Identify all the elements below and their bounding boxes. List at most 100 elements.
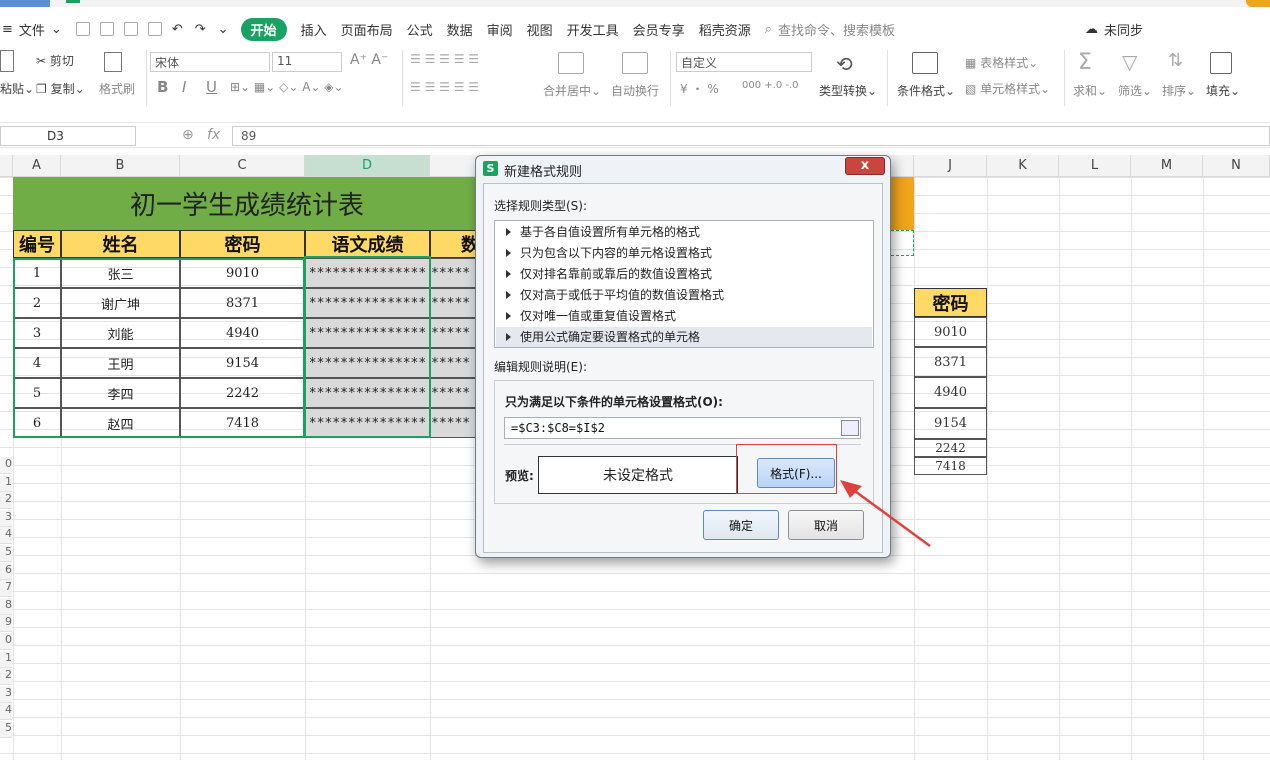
row-number[interactable]: 4 (0, 527, 12, 545)
range-picker-icon[interactable] (841, 420, 859, 436)
j-value-cell[interactable]: 9010 (914, 317, 987, 347)
col-header-j[interactable]: J (914, 155, 987, 177)
fill-icon[interactable] (1210, 52, 1232, 74)
file-menu[interactable]: 文件 (19, 20, 45, 39)
ok-button[interactable]: 确定 (703, 510, 779, 540)
row-number[interactable]: 5 (0, 721, 12, 738)
tab-insert[interactable]: 插入 (301, 20, 327, 39)
col-header-k[interactable]: K (987, 155, 1059, 177)
align-top-icons[interactable]: ☰ ☰ ☰ ☰ ☰ (410, 52, 479, 66)
font-size-select[interactable]: 11 (272, 52, 342, 72)
row-number[interactable]: 3 (0, 509, 12, 527)
rule-item-all-values[interactable]: 基于各自值设置所有单元格的格式 (496, 222, 872, 242)
tab-view[interactable]: 视图 (527, 20, 553, 39)
wrap-button[interactable]: 自动换行 (611, 82, 659, 99)
col-header-d[interactable]: D (305, 155, 430, 177)
formula-input[interactable]: =$C3:$C8=$I$2 (504, 417, 861, 439)
j-value-cell[interactable]: 7418 (914, 457, 987, 475)
sort-icon[interactable]: ⇅ (1168, 50, 1183, 71)
j-value-cell[interactable]: 4940 (914, 377, 987, 408)
italic-button[interactable]: I (182, 78, 186, 96)
menu-icon[interactable]: ≡ (2, 22, 13, 37)
col-header-b[interactable]: B (61, 155, 180, 177)
sort-button[interactable]: 排序⌄ (1162, 82, 1196, 99)
row-number[interactable]: 5 (0, 545, 12, 562)
rule-item-average[interactable]: 仅对高于或低于平均值的数值设置格式 (496, 285, 872, 305)
tab-formula[interactable]: 公式 (407, 20, 433, 39)
row-number[interactable]: 1 (0, 474, 12, 492)
paste-icon[interactable] (0, 50, 14, 72)
j-value-cell[interactable]: 8371 (914, 347, 987, 377)
row-number[interactable]: 4 (0, 703, 12, 721)
currency-percent-buttons[interactable]: ¥ ・ % (680, 80, 719, 97)
save-icon[interactable] (75, 22, 90, 36)
select-all-corner[interactable] (0, 155, 13, 177)
header-password[interactable]: 密码 (180, 230, 305, 258)
header-chinese-score[interactable]: 语文成绩 (305, 230, 430, 258)
underline-button[interactable]: U (206, 78, 217, 96)
tab-member[interactable]: 会员专享 (633, 20, 685, 39)
tab-developer[interactable]: 开发工具 (567, 20, 619, 39)
tab-page-layout[interactable]: 页面布局 (341, 20, 393, 39)
col-header-m[interactable]: M (1131, 155, 1203, 177)
search-command[interactable]: 查找命令、搜索模板 (778, 20, 895, 39)
filter-button[interactable]: 筛选⌄ (1118, 82, 1152, 99)
j-value-cell[interactable]: 2242 (914, 439, 987, 457)
col-header-c[interactable]: C (180, 155, 305, 177)
sum-button[interactable]: 求和⌄ (1073, 82, 1107, 99)
row-number[interactable]: 8 (0, 597, 12, 615)
row-number[interactable]: 3 (0, 685, 12, 703)
header-no[interactable]: 编号 (13, 230, 61, 258)
account-badge[interactable] (1246, 0, 1270, 7)
col-header-l[interactable]: L (1059, 155, 1131, 177)
rule-type-list[interactable]: 基于各自值设置所有单元格的格式 只为包含以下内容的单元格设置格式 仅对排名靠前或… (494, 220, 874, 348)
col-header-n[interactable]: N (1203, 155, 1270, 177)
j-header-password[interactable]: 密码 (914, 288, 987, 317)
decimal-buttons[interactable]: 000 +.0 -.0 (742, 80, 799, 91)
border-icon[interactable]: ⊞⌄ ▦⌄ ◇⌄ A⌄ ◈⌄ (230, 80, 344, 94)
dialog-title-bar[interactable]: S 新建格式规则 x (476, 156, 890, 182)
fx-icon[interactable]: fx (207, 127, 220, 143)
chevron-down-icon[interactable]: ⌄ (51, 22, 62, 37)
customize-icon[interactable]: ⌄ (218, 22, 229, 37)
row-number[interactable]: 0 (0, 633, 12, 650)
conditional-format-button[interactable]: 条件格式⌄ (897, 82, 955, 99)
col-header-a[interactable]: A (13, 155, 61, 177)
format-painter-icon[interactable] (104, 52, 122, 72)
sync-status[interactable]: 未同步 (1104, 20, 1143, 39)
tab-resources[interactable]: 稻壳资源 (699, 20, 751, 39)
tab-data[interactable]: 数据 (447, 20, 473, 39)
redo-icon[interactable]: ↷ (195, 22, 206, 37)
align-left-icons[interactable]: ☰ ☰ ☰ ☰ ☰ (410, 80, 479, 94)
rule-item-top-bottom[interactable]: 仅对排名靠前或靠后的数值设置格式 (496, 264, 872, 284)
cut-button[interactable]: ✂ 剪切 (36, 52, 74, 69)
merge-button[interactable]: 合并居中⌄ (543, 82, 601, 99)
rule-item-formula[interactable]: 使用公式确定要设置格式的单元格 (496, 327, 872, 347)
row-number[interactable]: 2 (0, 668, 12, 686)
tab-review[interactable]: 审阅 (487, 20, 513, 39)
font-select[interactable]: 宋体 (150, 52, 270, 72)
export-icon[interactable] (99, 22, 114, 36)
cell-style-button[interactable]: ▧ 单元格样式⌄ (965, 80, 1050, 97)
row-number[interactable]: 0 (0, 457, 12, 474)
merge-icon[interactable] (558, 52, 584, 74)
header-name[interactable]: 姓名 (61, 230, 180, 258)
zoom-icon[interactable]: ⊕ (182, 127, 194, 143)
row-number[interactable]: 9 (0, 615, 12, 633)
copy-button[interactable]: ❐ 复制⌄ (36, 80, 85, 97)
tab-home[interactable]: 开始 (240, 17, 287, 41)
sum-icon[interactable]: Σ (1078, 50, 1092, 75)
formula-input[interactable]: 89 (232, 126, 1270, 146)
conditional-format-icon[interactable] (912, 52, 938, 74)
font-size-up-icon[interactable]: A⁺ A⁻ (350, 52, 388, 68)
table-style-button[interactable]: ▦ 表格样式⌄ (965, 54, 1038, 71)
row-number[interactable]: 6 (0, 562, 12, 580)
filter-icon[interactable]: ▽ (1122, 50, 1137, 74)
print-icon[interactable] (123, 22, 138, 36)
row-number[interactable]: 7 (0, 580, 12, 598)
name-box[interactable]: D3 (0, 126, 136, 146)
rule-item-contains[interactable]: 只为包含以下内容的单元格设置格式 (496, 243, 872, 263)
bold-button[interactable]: B (157, 78, 168, 96)
close-button[interactable]: x (845, 157, 885, 175)
rule-item-unique-duplicate[interactable]: 仅对唯一值或重复值设置格式 (496, 306, 872, 326)
